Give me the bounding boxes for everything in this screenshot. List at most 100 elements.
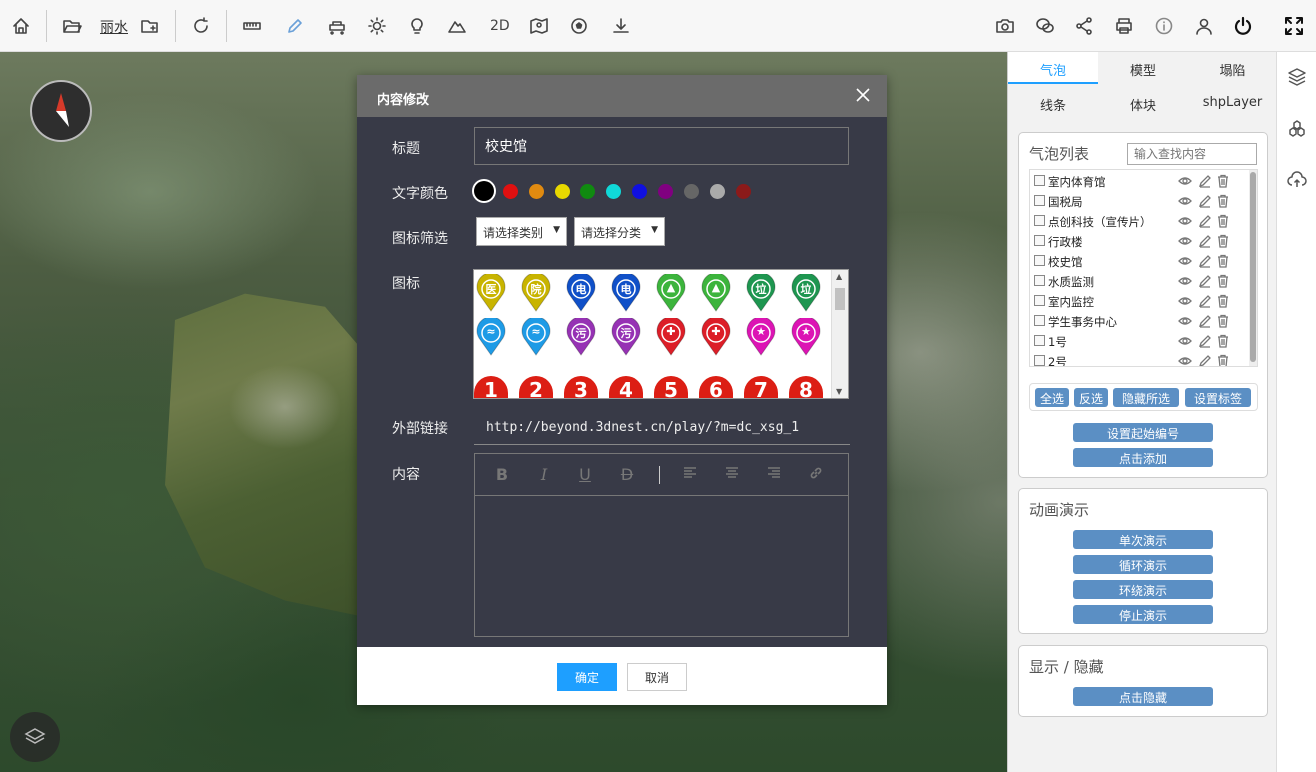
edit-icon[interactable] bbox=[1198, 354, 1212, 366]
align-left-icon[interactable] bbox=[680, 465, 700, 485]
camera-icon[interactable] bbox=[989, 9, 1021, 43]
align-right-icon[interactable] bbox=[764, 465, 784, 485]
pencil-icon[interactable] bbox=[279, 9, 311, 43]
edit-icon[interactable] bbox=[1198, 294, 1212, 308]
eye-icon[interactable] bbox=[1178, 334, 1192, 348]
item-checkbox[interactable] bbox=[1034, 255, 1045, 266]
terrain-icon[interactable] bbox=[441, 9, 473, 43]
edit-icon[interactable] bbox=[1198, 334, 1212, 348]
trash-icon[interactable] bbox=[1216, 354, 1230, 366]
trash-icon[interactable] bbox=[1216, 294, 1230, 308]
lightbulb-icon[interactable] bbox=[401, 9, 433, 43]
add-bubble-button[interactable]: 点击添加 bbox=[1073, 448, 1213, 467]
number-marker-icon[interactable]: 1 bbox=[474, 376, 508, 398]
tab-block[interactable]: 体块 bbox=[1098, 87, 1188, 119]
trash-icon[interactable] bbox=[1216, 234, 1230, 248]
cubes-icon[interactable] bbox=[1285, 117, 1309, 141]
home-icon[interactable] bbox=[5, 9, 37, 43]
eye-icon[interactable] bbox=[1178, 354, 1192, 366]
color-swatch[interactable] bbox=[606, 184, 621, 199]
color-swatch[interactable] bbox=[555, 184, 570, 199]
new-folder-icon[interactable] bbox=[134, 9, 166, 43]
cancel-button[interactable]: 取消 bbox=[627, 663, 687, 691]
link-icon[interactable] bbox=[806, 465, 826, 485]
mode-2d-button[interactable]: 2D bbox=[490, 18, 510, 34]
download-icon[interactable] bbox=[605, 9, 637, 43]
orbit-play-button[interactable]: 环绕演示 bbox=[1073, 580, 1213, 599]
folder-open-icon[interactable] bbox=[56, 9, 88, 43]
eye-icon[interactable] bbox=[1178, 234, 1192, 248]
print-icon[interactable] bbox=[1108, 9, 1140, 43]
number-marker-icon[interactable]: 3 bbox=[564, 376, 598, 398]
trash-icon[interactable] bbox=[1216, 334, 1230, 348]
list-item[interactable]: 国税局 bbox=[1030, 192, 1240, 212]
tab-model[interactable]: 模型 bbox=[1098, 52, 1188, 84]
map-marker-icon[interactable]: ≈ bbox=[519, 316, 553, 356]
map-marker-icon[interactable]: ★ bbox=[744, 316, 778, 356]
refresh-icon[interactable] bbox=[185, 9, 217, 43]
number-marker-icon[interactable]: 6 bbox=[699, 376, 733, 398]
stop-play-button[interactable]: 停止演示 bbox=[1073, 605, 1213, 624]
map-marker-icon[interactable]: 污 bbox=[609, 316, 643, 356]
measure-icon[interactable] bbox=[236, 9, 268, 43]
set-label-button[interactable]: 设置标签 bbox=[1185, 388, 1251, 407]
set-start-number-button[interactable]: 设置起始编号 bbox=[1073, 423, 1213, 442]
share-icon[interactable] bbox=[1068, 9, 1100, 43]
map-pin-icon[interactable] bbox=[523, 9, 555, 43]
compass-icon[interactable] bbox=[30, 80, 92, 142]
map-marker-icon[interactable]: ✚ bbox=[699, 316, 733, 356]
sun-icon[interactable] bbox=[361, 9, 393, 43]
trash-icon[interactable] bbox=[1216, 254, 1230, 268]
category-select[interactable]: 请选择类别 ▼ bbox=[476, 217, 567, 246]
map-marker-icon[interactable]: ▲ bbox=[699, 272, 733, 312]
confirm-button[interactable]: 确定 bbox=[557, 663, 617, 691]
number-marker-icon[interactable]: 4 bbox=[609, 376, 643, 398]
color-swatch[interactable] bbox=[632, 184, 647, 199]
map-marker-icon[interactable]: 电 bbox=[564, 272, 598, 312]
tab-shplayer[interactable]: shpLayer bbox=[1188, 87, 1277, 119]
item-checkbox[interactable] bbox=[1034, 275, 1045, 286]
color-swatch[interactable] bbox=[710, 184, 725, 199]
class-select[interactable]: 请选择分类 ▼ bbox=[574, 217, 665, 246]
list-item[interactable]: 行政楼 bbox=[1030, 232, 1240, 252]
italic-icon[interactable]: I bbox=[534, 465, 554, 485]
trash-icon[interactable] bbox=[1216, 214, 1230, 228]
item-checkbox[interactable] bbox=[1034, 335, 1045, 346]
fullscreen-icon[interactable] bbox=[1278, 9, 1310, 43]
edit-icon[interactable] bbox=[1198, 174, 1212, 188]
invert-selection-button[interactable]: 反选 bbox=[1074, 388, 1108, 407]
eye-icon[interactable] bbox=[1178, 274, 1192, 288]
loop-play-button[interactable]: 循环演示 bbox=[1073, 555, 1213, 574]
item-checkbox[interactable] bbox=[1034, 215, 1045, 226]
list-item[interactable]: 室内体育馆 bbox=[1030, 172, 1240, 192]
color-swatch[interactable] bbox=[736, 184, 751, 199]
tab-bubble[interactable]: 气泡 bbox=[1008, 52, 1098, 84]
scroll-down-icon[interactable]: ▼ bbox=[836, 387, 842, 396]
trash-icon[interactable] bbox=[1216, 274, 1230, 288]
map-marker-icon[interactable]: ≈ bbox=[474, 316, 508, 356]
city-link[interactable]: 丽水 bbox=[100, 17, 128, 37]
cloud-upload-icon[interactable] bbox=[1285, 168, 1309, 192]
color-swatch[interactable] bbox=[503, 184, 518, 199]
title-input[interactable] bbox=[474, 127, 849, 165]
number-marker-icon[interactable]: 8 bbox=[789, 376, 823, 398]
tab-line[interactable]: 线条 bbox=[1008, 87, 1098, 119]
list-item[interactable]: 水质监测 bbox=[1030, 272, 1240, 292]
power-icon[interactable] bbox=[1227, 9, 1259, 43]
map-marker-icon[interactable]: ★ bbox=[789, 316, 823, 356]
close-icon[interactable] bbox=[855, 87, 871, 103]
map-marker-icon[interactable]: ▲ bbox=[654, 272, 688, 312]
map-marker-icon[interactable]: 电 bbox=[609, 272, 643, 312]
strikethrough-icon[interactable]: D bbox=[617, 465, 637, 485]
tab-collapse[interactable]: 塌陷 bbox=[1188, 52, 1277, 84]
map-marker-icon[interactable]: 污 bbox=[564, 316, 598, 356]
vehicle-icon[interactable] bbox=[321, 9, 353, 43]
trash-icon[interactable] bbox=[1216, 314, 1230, 328]
layers-icon[interactable] bbox=[1285, 65, 1309, 89]
search-input[interactable] bbox=[1127, 143, 1257, 165]
number-marker-icon[interactable]: 7 bbox=[744, 376, 778, 398]
list-item[interactable]: 校史馆 bbox=[1030, 252, 1240, 272]
edit-icon[interactable] bbox=[1198, 214, 1212, 228]
map-marker-icon[interactable]: ✚ bbox=[654, 316, 688, 356]
wechat-icon[interactable] bbox=[1029, 9, 1061, 43]
